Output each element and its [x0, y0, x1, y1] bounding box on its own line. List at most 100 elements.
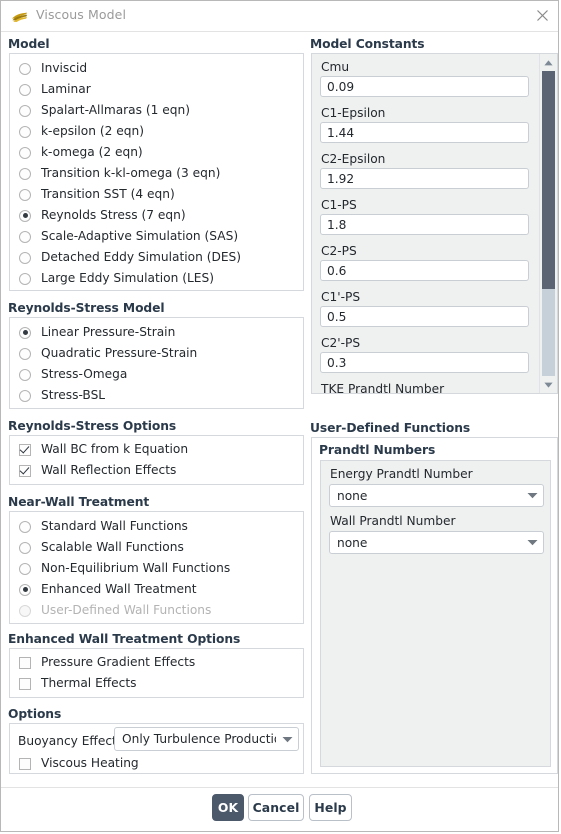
- radio-scale-adaptive-simulation[interactable]: Scale-Adaptive Simulation (SAS): [19, 226, 238, 247]
- radio-enhanced-wall-treatment[interactable]: Enhanced Wall Treatment: [19, 579, 197, 600]
- ok-button[interactable]: OK: [212, 794, 244, 821]
- radio-large-eddy-simulation[interactable]: Large Eddy Simulation (LES): [19, 268, 214, 289]
- option-label: Stress-Omega: [41, 367, 128, 382]
- field-label-c2-epsilon: C2-Epsilon: [321, 152, 386, 166]
- option-label: Stress-BSL: [41, 388, 106, 403]
- radio-indicator: [19, 520, 31, 533]
- radio-non-equilibrium-wall-functions[interactable]: Non-Equilibrium Wall Functions: [19, 558, 230, 579]
- user-defined-functions-section-title: User-Defined Functions: [310, 421, 471, 435]
- checkbox-indicator: [19, 464, 31, 477]
- option-label: Non-Equilibrium Wall Functions: [41, 561, 231, 576]
- prandtl-numbers-groupbox: Energy Prandtl Number none Wall Prandtl …: [320, 460, 551, 767]
- radio-indicator: [19, 562, 31, 575]
- field-label-wall-prandtl-number: Wall Prandtl Number: [330, 514, 456, 528]
- options-section-title: Options: [8, 707, 62, 721]
- chevron-down-icon: [521, 539, 543, 546]
- checkbox-pressure-gradient-effects[interactable]: Pressure Gradient Effects: [19, 652, 195, 673]
- close-icon[interactable]: [530, 5, 554, 27]
- radio-scalable-wall-functions[interactable]: Scalable Wall Functions: [19, 537, 184, 558]
- option-label: Wall BC from k Equation: [41, 442, 189, 457]
- field-input-cmu[interactable]: 0.09: [320, 76, 529, 97]
- wall-prandtl-number-select[interactable]: none: [329, 531, 544, 554]
- option-label: Inviscid: [41, 61, 88, 76]
- radio-indicator: [19, 104, 31, 117]
- radio-indicator: [19, 251, 31, 264]
- enhanced-wall-treatment-options-section-title: Enhanced Wall Treatment Options: [8, 632, 241, 646]
- option-label: Thermal Effects: [41, 676, 137, 691]
- radio-linear-pressure-strain[interactable]: Linear Pressure-Strain: [19, 322, 175, 343]
- buoyancy-effects-value: Only Turbulence Production: [122, 732, 276, 746]
- radio-stress-bsl[interactable]: Stress-BSL: [19, 385, 105, 406]
- radio-indicator: [19, 347, 31, 360]
- field-input-c2prime-ps[interactable]: 0.3: [320, 352, 529, 373]
- scrollbar-thumb[interactable]: [542, 71, 555, 289]
- option-label: k-omega (2 eqn): [41, 145, 143, 160]
- radio-transition-k-kl-omega[interactable]: Transition k-kl-omega (3 eqn): [19, 163, 220, 184]
- radio-detached-eddy-simulation[interactable]: Detached Eddy Simulation (DES): [19, 247, 241, 268]
- checkbox-wall-reflection-effects[interactable]: Wall Reflection Effects: [19, 460, 176, 481]
- field-input-c1-epsilon[interactable]: 1.44: [320, 122, 529, 143]
- radio-k-omega[interactable]: k-omega (2 eqn): [19, 142, 143, 163]
- radio-spalart-allmaras[interactable]: Spalart-Allmaras (1 eqn): [19, 100, 190, 121]
- reynolds-stress-model-section-title: Reynolds-Stress Model: [8, 301, 165, 315]
- viscous-model-dialog: Viscous Model Model Inviscid Laminar Spa…: [0, 0, 559, 832]
- checkbox-viscous-heating[interactable]: Viscous Heating: [19, 753, 139, 774]
- option-label: Enhanced Wall Treatment: [41, 582, 197, 597]
- radio-stress-omega[interactable]: Stress-Omega: [19, 364, 127, 385]
- radio-k-epsilon[interactable]: k-epsilon (2 eqn): [19, 121, 144, 142]
- radio-reynolds-stress[interactable]: Reynolds Stress (7 eqn): [19, 205, 186, 226]
- window-title: Viscous Model: [36, 7, 127, 22]
- field-label-c1-epsilon: C1-Epsilon: [321, 106, 386, 120]
- radio-user-defined-wall-functions: User-Defined Wall Functions: [19, 600, 211, 621]
- radio-indicator: [19, 604, 31, 617]
- field-input-c1prime-ps[interactable]: 0.5: [320, 306, 529, 327]
- field-input-c2-epsilon[interactable]: 1.92: [320, 168, 529, 189]
- field-label-c2-ps: C2-PS: [321, 244, 357, 258]
- scroll-down-icon[interactable]: [540, 376, 557, 393]
- field-input-c1-ps[interactable]: 1.8: [320, 214, 529, 235]
- checkbox-wall-bc-from-k-equation[interactable]: Wall BC from k Equation: [19, 439, 188, 460]
- field-input-c2-ps[interactable]: 0.6: [320, 260, 529, 281]
- checkbox-indicator: [19, 757, 31, 770]
- option-label: Scale-Adaptive Simulation (SAS): [41, 229, 239, 244]
- radio-indicator: [19, 62, 31, 75]
- options-groupbox: Buoyancy Effects Only Turbulence Product…: [9, 723, 304, 774]
- buoyancy-effects-select[interactable]: Only Turbulence Production: [114, 727, 299, 751]
- prandtl-numbers-section-title: Prandtl Numbers: [319, 443, 436, 457]
- scrollbar-track[interactable]: [542, 71, 555, 376]
- option-label: Reynolds Stress (7 eqn): [41, 208, 186, 223]
- field-label-energy-prandtl-number: Energy Prandtl Number: [330, 467, 473, 481]
- model-constants-scroll-area: Cmu 0.09 C1-Epsilon 1.44 C2-Epsilon 1.92…: [311, 53, 558, 394]
- radio-quadratic-pressure-strain[interactable]: Quadratic Pressure-Strain: [19, 343, 197, 364]
- radio-indicator: [19, 230, 31, 243]
- checkbox-indicator: [19, 677, 31, 690]
- radio-indicator: [19, 167, 31, 180]
- radio-laminar[interactable]: Laminar: [19, 79, 91, 100]
- radio-inviscid[interactable]: Inviscid: [19, 58, 87, 79]
- reynolds-stress-options-section-title: Reynolds-Stress Options: [8, 419, 177, 433]
- reynolds-stress-model-groupbox: Linear Pressure-Strain Quadratic Pressur…: [9, 317, 304, 409]
- radio-indicator: [19, 83, 31, 96]
- near-wall-treatment-section-title: Near-Wall Treatment: [8, 495, 150, 509]
- field-label-c1-ps: C1-PS: [321, 198, 357, 212]
- radio-standard-wall-functions[interactable]: Standard Wall Functions: [19, 516, 188, 537]
- model-constants-section-title: Model Constants: [310, 37, 425, 51]
- footer-divider: [1, 787, 558, 788]
- cancel-button[interactable]: Cancel: [248, 794, 304, 821]
- model-groupbox: Inviscid Laminar Spalart-Allmaras (1 eqn…: [9, 53, 304, 291]
- energy-prandtl-number-select[interactable]: none: [329, 484, 544, 507]
- scroll-up-icon[interactable]: [540, 54, 557, 71]
- radio-indicator: [19, 368, 31, 381]
- near-wall-treatment-groupbox: Standard Wall Functions Scalable Wall Fu…: [9, 511, 304, 624]
- option-label: Large Eddy Simulation (LES): [41, 271, 214, 286]
- radio-indicator: [19, 209, 31, 222]
- option-label: Laminar: [41, 82, 91, 97]
- radio-transition-sst[interactable]: Transition SST (4 eqn): [19, 184, 175, 205]
- option-label: User-Defined Wall Functions: [41, 603, 212, 618]
- user-defined-functions-groupbox: Prandtl Numbers Energy Prandtl Number no…: [311, 437, 558, 774]
- radio-indicator: [19, 583, 31, 596]
- checkbox-indicator: [19, 656, 31, 669]
- model-constants-scrollbar[interactable]: [539, 54, 557, 393]
- checkbox-thermal-effects[interactable]: Thermal Effects: [19, 673, 137, 694]
- help-button[interactable]: Help: [309, 794, 352, 821]
